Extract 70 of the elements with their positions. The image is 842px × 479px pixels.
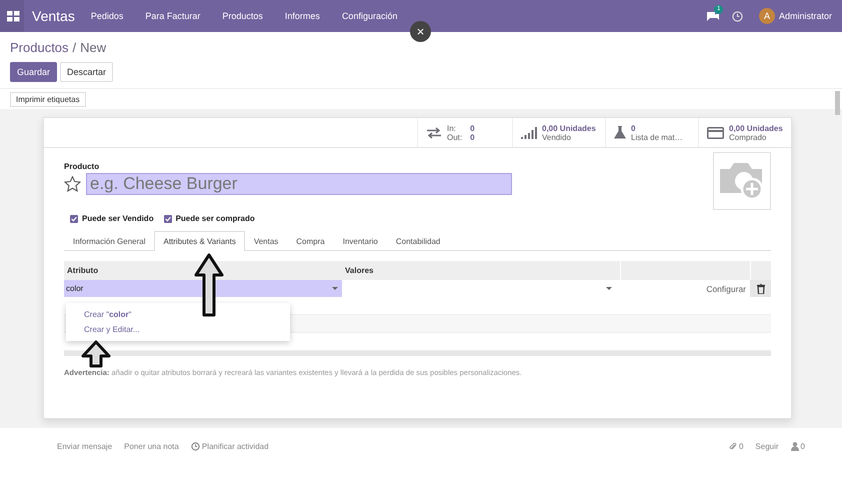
checkbox-label: Puede ser comprado (176, 214, 255, 223)
breadcrumb-separator: / (72, 40, 76, 55)
stat-label: Vendido (542, 132, 572, 142)
stat-value: 0 (631, 124, 636, 132)
caret-icon (606, 287, 612, 290)
user-avatar[interactable]: A (758, 8, 775, 24)
trash-icon[interactable] (756, 284, 764, 294)
menu-item[interactable]: Productos (222, 11, 263, 21)
star-icon[interactable] (64, 176, 81, 192)
tab[interactable]: Contabilidad (386, 231, 450, 251)
follow-button[interactable]: Seguir (755, 442, 779, 451)
app-title[interactable]: Ventas (32, 8, 75, 24)
stat-label: Comprado (729, 132, 768, 142)
out-label: Out: (447, 132, 462, 142)
clock-icon[interactable] (732, 10, 743, 22)
flask-icon (614, 126, 626, 139)
grid-icon (6, 10, 20, 22)
menu-item[interactable]: Pedidos (90, 11, 124, 21)
in-label: In: (447, 124, 457, 132)
checkbox[interactable] (164, 214, 172, 222)
chatter-action[interactable]: Poner una nota (124, 442, 179, 451)
stat-button[interactable]: 0,00 Unidades Comprado (698, 118, 791, 147)
close-button[interactable]: × (410, 21, 431, 42)
caret-icon (332, 287, 338, 290)
breadcrumb-current: New (80, 40, 106, 55)
breadcrumb-link[interactable]: Productos (10, 40, 69, 55)
chatter-action[interactable]: Enviar mensaje (57, 442, 112, 451)
scrollbar-thumb[interactable] (835, 91, 840, 115)
discard-button[interactable]: Descartar (60, 62, 114, 82)
out-value: 0 (470, 132, 475, 142)
column-header: Valores (344, 265, 374, 277)
stat-button[interactable]: In: 0 Out: 0 (417, 118, 512, 147)
tab[interactable]: Compra (287, 231, 334, 251)
transfer-arrows-icon (426, 126, 442, 138)
attribute-field[interactable]: color (64, 280, 342, 297)
stat-label: Lista de mat… (631, 132, 683, 142)
credit-card-icon (707, 126, 724, 138)
user-name[interactable]: Administrator (778, 11, 832, 21)
checkbox[interactable] (70, 214, 78, 222)
tab[interactable]: Inventario (334, 231, 387, 251)
clock-icon (190, 442, 200, 451)
print-labels-button[interactable]: Imprimir etiquetas (10, 92, 86, 107)
menu-item[interactable]: Configuración (342, 11, 398, 21)
tab[interactable]: Ventas (244, 231, 288, 251)
tab[interactable]: Attributes & Variants (154, 231, 245, 251)
product-name-field[interactable]: e.g. Cheese Burger (86, 173, 512, 195)
user-icon (790, 442, 799, 451)
field-label: Producto (64, 162, 100, 171)
configure-button[interactable]: Configurar (706, 284, 746, 294)
signal-bars-icon (521, 126, 537, 138)
up-arrow (194, 253, 224, 317)
stat-button[interactable]: 0 Lista de mat… (605, 118, 698, 147)
stat-value: 0,00 Unidades (542, 124, 596, 132)
checkbox-label: Puede ser Vendido (82, 214, 154, 223)
dropdown-item[interactable]: Crear "color" (66, 307, 290, 322)
tab[interactable]: Información General (64, 231, 154, 251)
column-header: Atributo (66, 265, 100, 277)
stat-button[interactable]: 0,00 Unidades Vendido (512, 118, 605, 147)
in-value: 0 (470, 124, 475, 132)
paperclip-icon (728, 442, 737, 451)
chat-icon[interactable] (706, 10, 720, 22)
menu-item[interactable]: Informes (284, 11, 320, 21)
stat-value: 0,00 Unidades (729, 124, 783, 132)
chatter-action[interactable]: Planificar actividad (190, 442, 269, 451)
save-button[interactable]: Guardar (10, 62, 58, 82)
dropdown-item[interactable]: Crear y Editar... (66, 322, 290, 337)
menu-item[interactable]: Para Facturar (145, 11, 200, 21)
attachments-count[interactable]: 0 (728, 442, 744, 451)
followers-count[interactable]: 0 (790, 442, 805, 451)
apps-menu-button[interactable] (0, 0, 24, 32)
